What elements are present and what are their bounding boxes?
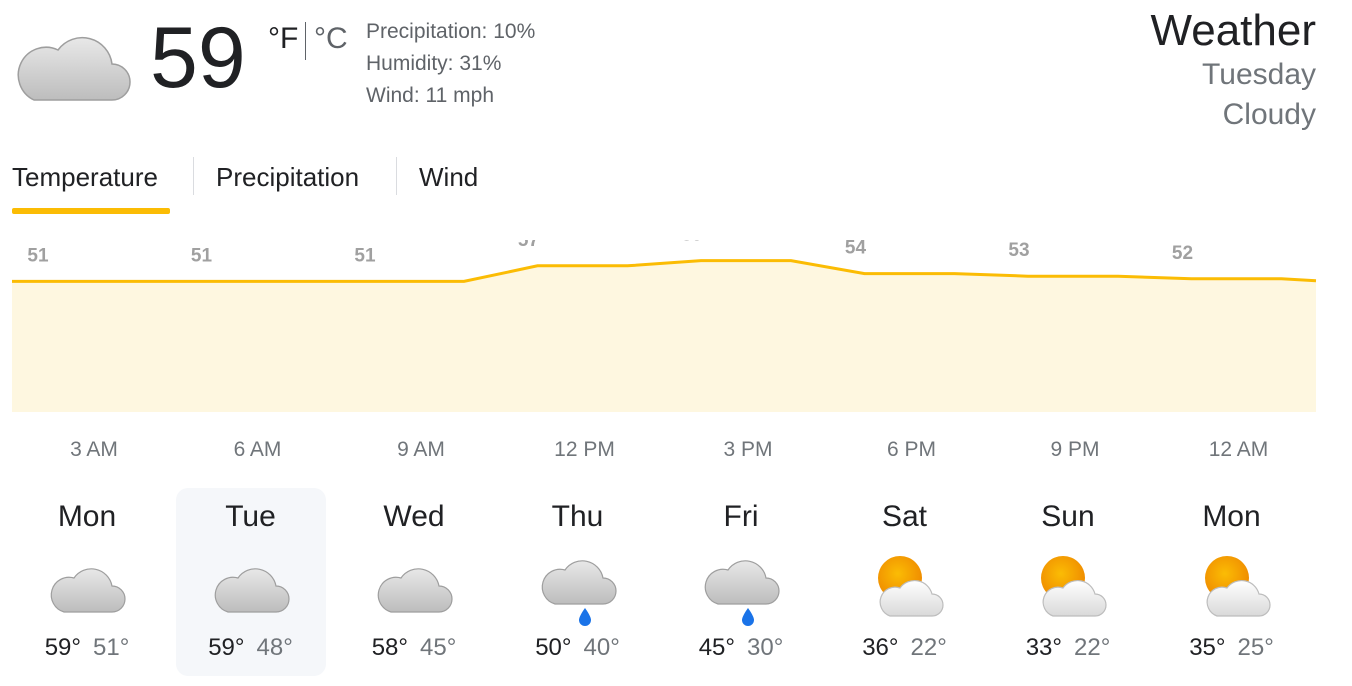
unit-celsius-button[interactable]: °C: [314, 22, 348, 56]
forecast-high: 58°: [371, 634, 408, 661]
partly-cloudy-icon: [1193, 546, 1273, 626]
active-tab-indicator: [12, 208, 170, 214]
time-label: 12 AM: [1208, 438, 1269, 461]
forecast-day-wed[interactable]: Wed 58° 45°: [339, 488, 489, 676]
forecast-temps: 59° 51°: [12, 634, 162, 662]
humidity-detail: Humidity: 31%: [366, 52, 502, 75]
temperature-value-label: 51: [191, 245, 213, 266]
forecast-low: 22°: [1074, 634, 1111, 661]
temperature-value-label: 53: [1008, 240, 1029, 261]
forecast-day-tue[interactable]: Tue 59° 48°: [175, 488, 326, 676]
forecast-temps: 50° 40°: [503, 634, 653, 662]
cloud-icon: [212, 546, 292, 626]
forecast-day-name: Fri: [723, 500, 759, 533]
forecast-high: 36°: [862, 634, 899, 661]
forecast-high: 50°: [535, 634, 572, 661]
partly-cloudy-icon: [866, 546, 946, 626]
temperature-value-label: 51: [27, 245, 49, 266]
cloud-icon: [17, 36, 131, 101]
time-label: 3 PM: [723, 438, 773, 461]
tab-wind[interactable]: Wind: [419, 162, 478, 193]
forecast-day-thu[interactable]: Thu 50° 40°: [503, 488, 653, 676]
forecast-low: 51°: [93, 634, 130, 661]
rain-icon: [702, 546, 782, 626]
forecast-low: 45°: [420, 634, 457, 661]
forecast-high: 33°: [1025, 634, 1062, 661]
forecast-high: 35°: [1189, 634, 1226, 661]
unit-fahrenheit-button[interactable]: °F: [268, 22, 298, 56]
current-weather-icon: [12, 22, 132, 104]
tab-divider: [396, 157, 397, 195]
forecast-day-name: Wed: [383, 500, 445, 533]
tab-precipitation[interactable]: Precipitation: [216, 162, 359, 193]
temperature-value-label: 54: [845, 240, 867, 259]
tab-divider: [193, 157, 194, 195]
forecast-day-name: Tue: [225, 500, 276, 533]
temperature-value-label: 52: [1172, 243, 1193, 264]
forecast-day-mon[interactable]: Mon 59° 51°: [12, 488, 162, 676]
time-label: 12 PM: [554, 438, 615, 461]
forecast-temps: 58° 45°: [339, 634, 489, 662]
rain-icon: [539, 546, 619, 626]
time-label: 6 AM: [233, 438, 282, 461]
forecast-temps: 36° 22°: [830, 634, 980, 662]
forecast-day-mon[interactable]: Mon 35° 25°: [1157, 488, 1307, 676]
time-label: 9 AM: [397, 438, 445, 461]
cloud-icon: [48, 546, 128, 626]
forecast-high: 59°: [208, 634, 245, 661]
temperature-value-label: 59: [681, 240, 702, 246]
forecast-low: 22°: [910, 634, 947, 661]
current-temperature: 59: [150, 10, 246, 106]
forecast-day-name: Mon: [1202, 500, 1261, 533]
tab-temperature[interactable]: Temperature: [12, 162, 158, 193]
partly-cloudy-icon: [1029, 546, 1109, 626]
forecast-day-sat[interactable]: Sat 36° 22°: [830, 488, 980, 676]
time-label: 9 PM: [1050, 438, 1100, 461]
cloud-icon: [375, 546, 455, 626]
forecast-day-name: Sun: [1041, 500, 1095, 533]
forecast-temps: 45° 30°: [666, 634, 816, 662]
forecast-temps: 33° 22°: [993, 634, 1143, 662]
temperature-value-label: 57: [518, 240, 539, 251]
precipitation-detail: Precipitation: 10%: [366, 20, 536, 43]
time-label: 3 AM: [70, 438, 118, 461]
temperature-area: [12, 260, 1316, 412]
forecast-high: 59°: [44, 634, 81, 661]
temperature-chart: 51 51 51 57 59 54 53 52: [12, 240, 1317, 412]
unit-divider: [305, 22, 306, 60]
forecast-high: 45°: [698, 634, 735, 661]
forecast-temps: 59° 48°: [176, 634, 326, 662]
forecast-low: 25°: [1237, 634, 1274, 661]
time-label: 6 PM: [886, 438, 936, 461]
forecast-day-name: Thu: [551, 500, 604, 533]
forecast-low: 30°: [747, 634, 784, 661]
wind-detail: Wind: 11 mph: [366, 84, 494, 107]
forecast-day-sun[interactable]: Sun 33° 22°: [993, 488, 1143, 676]
current-condition: Cloudy: [1222, 98, 1316, 131]
forecast-low: 48°: [256, 634, 293, 661]
forecast-low: 40°: [583, 634, 620, 661]
forecast-day-name: Sat: [881, 500, 928, 533]
forecast-temps: 35° 25°: [1157, 634, 1307, 662]
forecast-day-name: Mon: [57, 500, 117, 533]
current-day: Tuesday: [1202, 58, 1316, 91]
forecast-day-fri[interactable]: Fri 45° 30°: [666, 488, 816, 676]
temperature-value-label: 51: [354, 245, 376, 266]
weather-title: Weather: [1150, 6, 1317, 55]
